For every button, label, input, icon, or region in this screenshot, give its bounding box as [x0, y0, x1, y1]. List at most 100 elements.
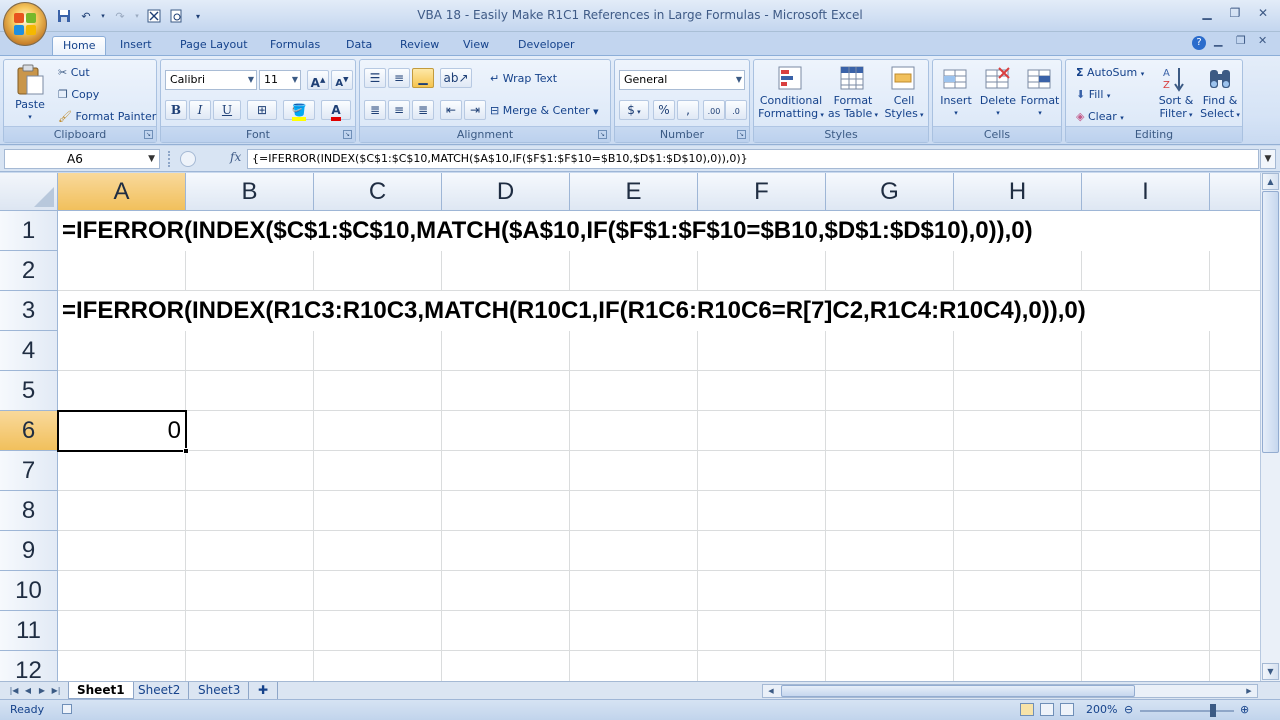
zoom-slider-track[interactable] [1140, 710, 1234, 712]
delete-cells-button[interactable]: Delete ▾ [977, 64, 1019, 120]
tab-page-layout[interactable]: Page Layout [170, 36, 258, 56]
column-header-d[interactable]: D [442, 173, 570, 211]
sheet-tab-3[interactable]: Sheet3 [190, 682, 250, 699]
percent-button[interactable]: % [653, 100, 675, 120]
column-header-i[interactable]: I [1082, 173, 1210, 211]
orientation-button[interactable]: ab↗ [440, 68, 472, 88]
number-format-combo[interactable]: General ▼ [619, 70, 745, 90]
worksheet-grid[interactable]: A B C D E F G H I 1 2 3 4 5 6 7 8 9 10 1… [0, 173, 1260, 681]
fill-color-button[interactable]: 🪣 [283, 100, 315, 121]
scroll-down-icon[interactable]: ▼ [1262, 663, 1279, 680]
row-header-7[interactable]: 7 [0, 451, 58, 491]
number-launcher-icon[interactable]: ↘ [737, 130, 746, 139]
select-all-button[interactable] [0, 173, 58, 211]
column-header-f[interactable]: F [698, 173, 826, 211]
splitter-handle[interactable] [168, 151, 178, 167]
find-select-button[interactable]: Find & Select ▾ [1198, 64, 1242, 122]
name-box[interactable]: A6 ▼ [4, 149, 160, 169]
row-header-1[interactable]: 1 [0, 211, 58, 251]
row-header-11[interactable]: 11 [0, 611, 58, 651]
column-header-j-partial[interactable] [1210, 173, 1260, 211]
next-sheet-icon[interactable]: ▶ [36, 684, 48, 697]
format-cells-button[interactable]: Format ▾ [1019, 64, 1061, 120]
scroll-up-icon[interactable]: ▲ [1262, 173, 1279, 190]
currency-button[interactable]: $ ▾ [619, 100, 649, 120]
tab-view[interactable]: View [453, 36, 499, 56]
zoom-level[interactable]: 200% [1086, 703, 1117, 716]
horizontal-scroll-thumb[interactable] [781, 685, 1135, 697]
zoom-in-icon[interactable]: ⊕ [1240, 703, 1249, 716]
align-top-button[interactable]: ☰ [364, 68, 386, 88]
clipboard-launcher-icon[interactable]: ↘ [144, 130, 153, 139]
ribbon-close-icon[interactable]: ✕ [1258, 34, 1267, 47]
wrap-text-button[interactable]: ↵ Wrap Text [490, 72, 557, 85]
tab-formulas[interactable]: Formulas [260, 36, 330, 56]
merge-center-button[interactable]: ⊟ Merge & Center ▼ [490, 104, 599, 117]
autosum-button[interactable]: Σ AutoSum ▾ [1076, 66, 1144, 79]
office-button[interactable] [3, 2, 47, 46]
paste-button[interactable]: Paste ▾ [10, 64, 50, 124]
alignment-launcher-icon[interactable]: ↘ [598, 130, 607, 139]
clear-button[interactable]: ◈ Clear ▾ [1076, 110, 1124, 123]
align-middle-button[interactable]: ≡ [388, 68, 410, 88]
help-icon[interactable]: ? [1192, 36, 1206, 50]
first-sheet-icon[interactable]: |◀ [8, 684, 20, 697]
ribbon-restore-icon[interactable]: ❐ [1236, 34, 1246, 47]
tab-data[interactable]: Data [336, 36, 382, 56]
font-launcher-icon[interactable]: ↘ [343, 130, 352, 139]
column-header-c[interactable]: C [314, 173, 442, 211]
tab-developer[interactable]: Developer [508, 36, 585, 56]
conditional-formatting-button[interactable]: Conditional Formatting ▾ [758, 64, 824, 122]
row-header-3[interactable]: 3 [0, 291, 58, 331]
column-header-b[interactable]: B [186, 173, 314, 211]
sort-filter-button[interactable]: AZ Sort & Filter ▾ [1156, 64, 1196, 122]
horizontal-scrollbar[interactable]: ◀ ▶ [762, 684, 1258, 698]
page-layout-view-icon[interactable] [1040, 703, 1054, 716]
font-name-combo[interactable]: Calibri ▼ [165, 70, 257, 90]
tab-home[interactable]: Home [52, 36, 107, 56]
format-as-table-button[interactable]: Format as Table ▾ [826, 64, 880, 122]
scroll-right-icon[interactable]: ▶ [1241, 685, 1257, 697]
restore-icon[interactable]: ❐ [1222, 4, 1248, 24]
cell-a3[interactable]: =IFERROR(INDEX(R1C3:R10C3,MATCH(R10C1,IF… [62, 291, 1086, 331]
prev-sheet-icon[interactable]: ◀ [22, 684, 34, 697]
underline-button[interactable]: U [213, 100, 241, 120]
grow-font-button[interactable]: A▲ [307, 70, 329, 90]
ribbon-minimize-icon[interactable]: ▁ [1214, 34, 1222, 47]
row-header-10[interactable]: 10 [0, 571, 58, 611]
fill-button[interactable]: ⬇ Fill ▾ [1076, 88, 1110, 101]
normal-view-icon[interactable] [1020, 703, 1034, 716]
increase-indent-button[interactable]: ⇥ [464, 100, 486, 120]
macro-record-icon[interactable] [62, 704, 72, 714]
italic-button[interactable]: I [189, 100, 211, 120]
column-header-h[interactable]: H [954, 173, 1082, 211]
column-header-e[interactable]: E [570, 173, 698, 211]
comma-button[interactable]: , [677, 100, 699, 120]
fill-handle[interactable] [183, 448, 189, 454]
cell-styles-button[interactable]: Cell Styles ▾ [882, 64, 926, 122]
row-header-6[interactable]: 6 [0, 411, 58, 451]
align-right-button[interactable]: ≣ [412, 100, 434, 120]
page-break-view-icon[interactable] [1060, 703, 1074, 716]
insert-function-button[interactable]: fx [230, 150, 241, 164]
tab-insert[interactable]: Insert [110, 36, 162, 56]
zoom-out-icon[interactable]: ⊖ [1124, 703, 1133, 716]
font-color-button[interactable]: A [321, 100, 351, 121]
row-header-4[interactable]: 4 [0, 331, 58, 371]
row-header-5[interactable]: 5 [0, 371, 58, 411]
insert-sheet-icon[interactable]: ✚ [250, 682, 278, 699]
formula-input[interactable]: {=IFERROR(INDEX($C$1:$C$10,MATCH($A$10,I… [247, 149, 1259, 169]
close-icon[interactable]: ✕ [1250, 4, 1276, 24]
align-left-button[interactable]: ≣ [364, 100, 386, 120]
vertical-scroll-thumb[interactable] [1262, 191, 1279, 453]
last-sheet-icon[interactable]: ▶| [50, 684, 62, 697]
decrease-decimal-button[interactable]: .0 [725, 100, 747, 120]
row-header-9[interactable]: 9 [0, 531, 58, 571]
sheet-tab-2[interactable]: Sheet2 [130, 682, 190, 699]
font-size-combo[interactable]: 11 ▼ [259, 70, 301, 90]
row-header-12[interactable]: 12 [0, 651, 58, 681]
align-bottom-button[interactable]: ▁ [412, 68, 434, 88]
cut-button[interactable]: ✂ Cut [58, 66, 90, 79]
bold-button[interactable]: B [165, 100, 187, 120]
paste-dropdown-icon[interactable]: ▾ [10, 111, 50, 124]
